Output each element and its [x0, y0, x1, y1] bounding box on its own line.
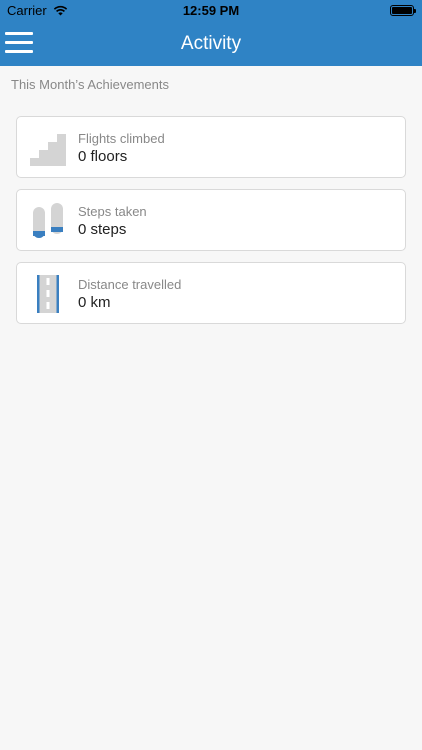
card-value: 0 floors — [78, 148, 128, 165]
battery-icon — [390, 5, 416, 16]
nav-bar: Activity — [0, 22, 422, 66]
page-title: Activity — [180, 33, 242, 54]
distance-travelled-card[interactable]: Distance travelled 0 km — [16, 262, 406, 324]
steps-taken-card[interactable]: Steps taken 0 steps — [16, 189, 406, 251]
footprints-icon — [33, 203, 63, 238]
flights-climbed-card[interactable]: Flights climbed 0 floors — [16, 116, 406, 178]
card-value: 0 steps — [78, 221, 127, 238]
card-label: Flights climbed — [78, 131, 165, 146]
card-value: 0 km — [78, 294, 111, 311]
status-time: 12:59 PM — [182, 3, 240, 18]
card-label: Distance travelled — [78, 277, 182, 292]
road-icon — [37, 275, 59, 313]
status-bar: Carrier 12:59 PM — [0, 0, 422, 22]
card-label: Steps taken — [78, 204, 147, 219]
stairs-icon — [30, 134, 66, 166]
section-title: This Month’s Achievements — [11, 77, 169, 92]
